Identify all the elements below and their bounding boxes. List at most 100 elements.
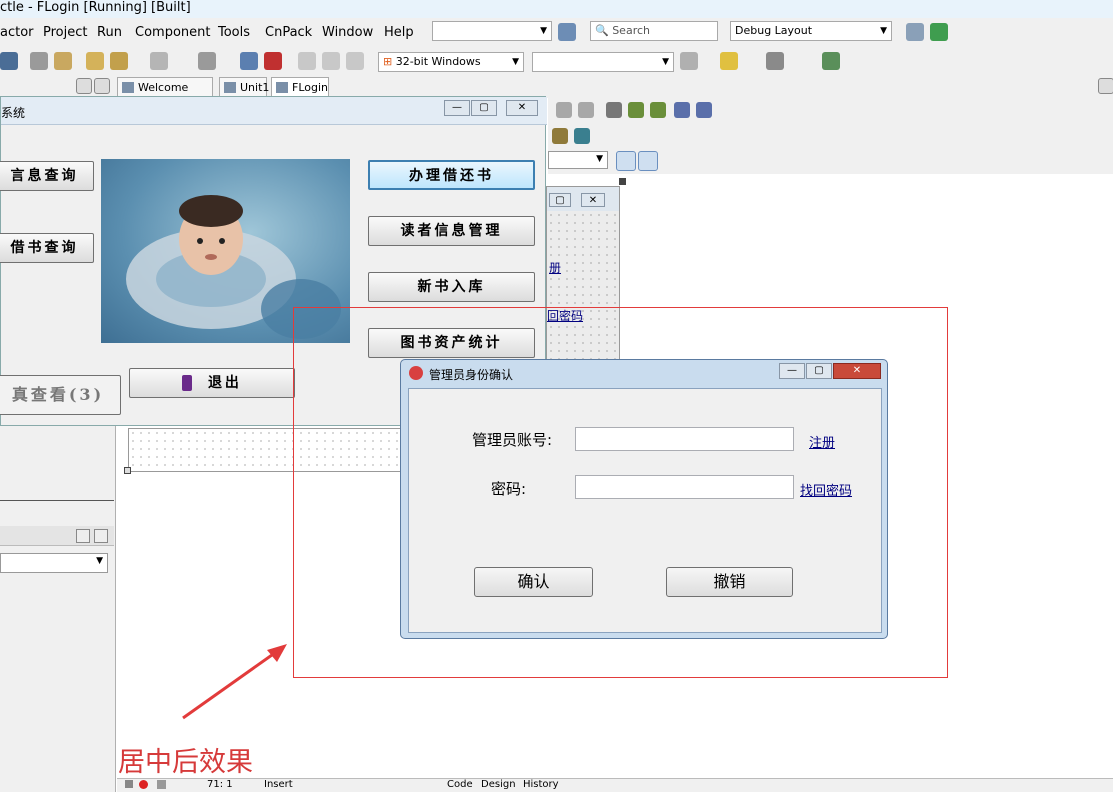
palette-icon[interactable] [558, 23, 576, 41]
reader-manage-button[interactable]: 读者信息管理 [368, 216, 535, 246]
view-tab-code[interactable]: Code [447, 779, 473, 790]
add-file-icon[interactable] [86, 52, 104, 70]
menu-refactor[interactable]: actor [0, 25, 34, 40]
panel-header [0, 526, 114, 546]
tab-label: FLogin [292, 81, 329, 94]
main-window-title: 系统 [1, 106, 26, 120]
menu-component[interactable]: Component [135, 25, 210, 40]
recover-password-link[interactable]: 找回密码 [800, 480, 852, 499]
chevron-down-icon: ▼ [880, 26, 887, 36]
align-left-icon[interactable] [616, 151, 636, 171]
grid-icon[interactable] [650, 102, 666, 118]
resize-handle[interactable] [124, 467, 131, 474]
save-layout-icon[interactable] [906, 23, 924, 41]
tab-flogin[interactable]: FLogin [271, 77, 329, 97]
remove-file-icon[interactable] [110, 52, 128, 70]
ide-menu-bar: actor Project Run Component Tools CnPack… [0, 18, 1113, 46]
close-icon[interactable]: ✕ [506, 100, 538, 116]
document-tabs: Welcome Page Unit1 FLogin [0, 76, 1113, 113]
component-icon[interactable] [574, 128, 590, 144]
step-over-icon[interactable] [322, 52, 340, 70]
borrow-return-button[interactable]: 办理借还书 [368, 160, 535, 190]
align-icon[interactable] [556, 102, 572, 118]
tab-unit1[interactable]: Unit1 [219, 77, 270, 97]
menu-tools[interactable]: Tools [218, 25, 250, 40]
stop-macro-icon[interactable] [157, 780, 166, 789]
component-combo[interactable]: ▼ [432, 21, 552, 41]
password-input[interactable] [575, 475, 794, 499]
dialog-client-area: 管理员账号: 注册 密码: 找回密码 确认 撤销 [408, 388, 882, 633]
object-combo[interactable]: ▼ [0, 553, 108, 573]
folder-icon[interactable] [54, 52, 72, 70]
help-book-icon[interactable] [822, 52, 840, 70]
pin-icon[interactable] [76, 529, 90, 543]
exit-button[interactable]: 退出 [129, 368, 295, 398]
menu-run[interactable]: Run [97, 25, 122, 40]
view-tab-history[interactable]: History [523, 779, 559, 790]
forward-icon[interactable] [766, 52, 784, 70]
grid-icon[interactable] [628, 102, 644, 118]
bring-front-icon[interactable] [674, 102, 690, 118]
menu-help[interactable]: Help [384, 25, 414, 40]
platform-combo[interactable]: ⊞ 32-bit Windows ▼ [378, 52, 524, 72]
config-combo[interactable]: ▼ [532, 52, 674, 72]
view-button[interactable]: 真查看(3) [0, 375, 121, 415]
stop-icon[interactable] [264, 52, 282, 70]
search-box[interactable]: 🔍 Search [590, 21, 718, 41]
maximize-icon[interactable]: ▢ [471, 100, 497, 116]
back-icon[interactable] [720, 52, 738, 70]
menu-cnpack[interactable]: CnPack [265, 25, 312, 40]
component-icon[interactable] [552, 128, 568, 144]
layout-combo[interactable]: Debug Layout ▼ [730, 21, 892, 41]
run-without-debug-icon[interactable] [198, 52, 216, 70]
designer-form-title: ▢ ✕ [547, 187, 619, 211]
close-icon[interactable] [94, 529, 108, 543]
open-icon[interactable] [30, 52, 48, 70]
new-book-button[interactable]: 新书入库 [368, 272, 535, 302]
set-layout-icon[interactable] [930, 23, 948, 41]
maximize-icon[interactable]: ▢ [549, 193, 571, 207]
refresh-icon[interactable] [680, 52, 698, 70]
align-center-icon[interactable] [638, 151, 658, 171]
pause-icon[interactable] [240, 52, 258, 70]
close-icon[interactable]: ✕ [833, 363, 881, 379]
menu-project[interactable]: Project [43, 25, 87, 40]
step-icon[interactable] [298, 52, 316, 70]
run-icon[interactable] [150, 52, 168, 70]
register-link[interactable]: 注册 [809, 432, 835, 451]
annotation-arrow-icon [182, 644, 287, 720]
admin-confirm-dialog: 管理员身份确认 — ▢ ✕ 管理员账号: 注册 密码: 找回密码 确认 撤销 [400, 359, 888, 639]
menu-window[interactable]: Window [322, 25, 373, 40]
dialog-title-bar: 管理员身份确认 — ▢ ✕ [401, 360, 887, 386]
divider [0, 500, 114, 501]
tab-welcome-page[interactable]: Welcome Page [117, 77, 213, 113]
info-query-button[interactable]: 言息查询 [0, 161, 94, 191]
align-icon[interactable] [578, 102, 594, 118]
account-input[interactable] [575, 427, 794, 451]
save-icon[interactable] [0, 52, 18, 70]
record-macro-icon[interactable] [139, 780, 148, 789]
minimize-icon[interactable]: — [444, 100, 470, 116]
resize-handle[interactable] [619, 178, 626, 185]
confirm-button[interactable]: 确认 [474, 567, 593, 597]
tab-label: Unit1 [240, 81, 270, 94]
maximize-icon[interactable]: ▢ [806, 363, 832, 379]
chevron-down-icon: ▼ [596, 154, 603, 164]
size-icon[interactable] [606, 102, 622, 118]
minimize-icon[interactable]: — [779, 363, 805, 379]
close-icon[interactable] [94, 78, 110, 94]
designer-register-link[interactable]: 册 [549, 259, 561, 276]
pin-icon[interactable] [76, 78, 92, 94]
send-back-icon[interactable] [696, 102, 712, 118]
exit-button-label: 退出 [207, 375, 242, 391]
record-icon[interactable] [125, 780, 133, 788]
close-icon[interactable] [1098, 78, 1113, 94]
ide-title: ctle - FLogin [Running] [Built] [0, 0, 191, 15]
view-tab-design[interactable]: Design [481, 779, 516, 790]
font-size-combo[interactable]: ▼ [548, 151, 608, 169]
designer-toolbar: ▼ [548, 98, 1113, 174]
step-out-icon[interactable] [346, 52, 364, 70]
close-icon[interactable]: ✕ [581, 193, 605, 207]
borrow-query-button[interactable]: 借书查询 [0, 233, 94, 263]
cancel-button[interactable]: 撤销 [666, 567, 793, 597]
